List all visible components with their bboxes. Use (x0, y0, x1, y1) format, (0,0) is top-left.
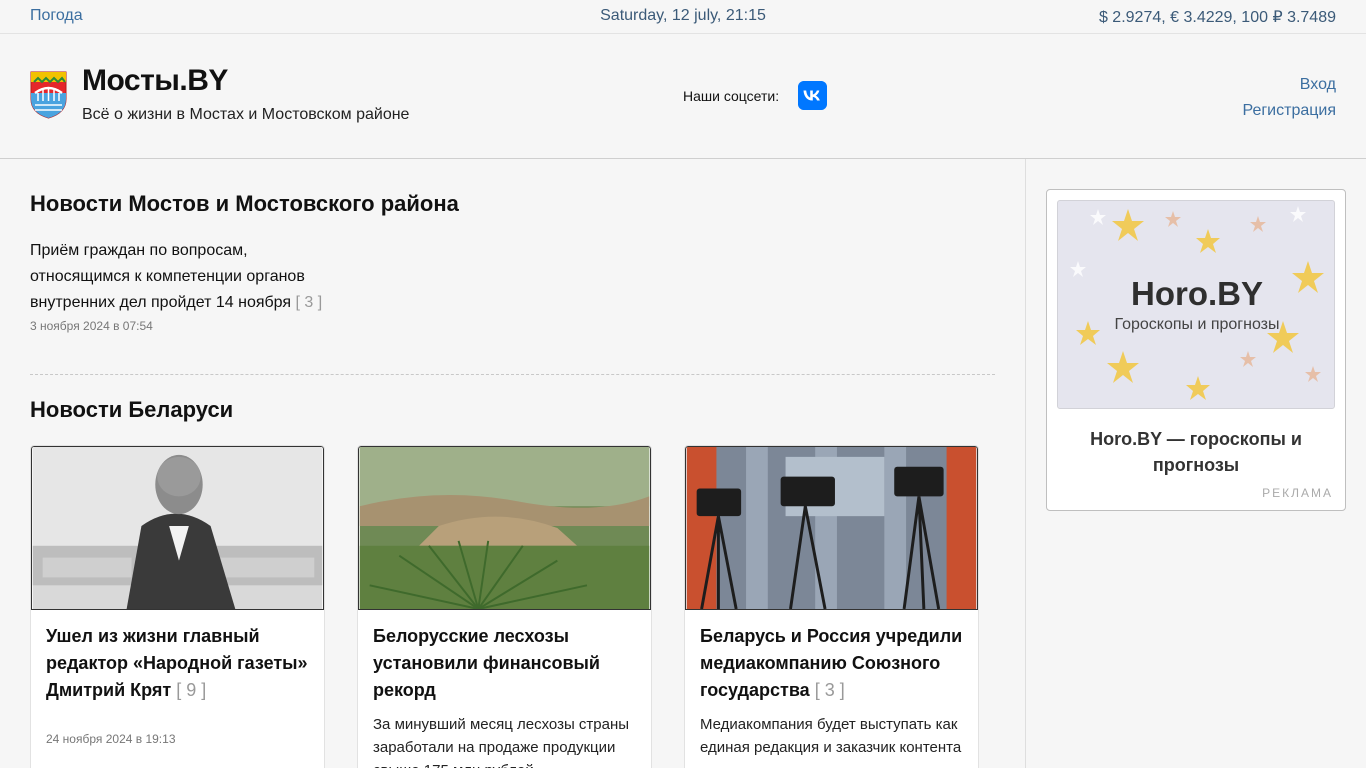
site-header: Мосты.BY Всё о жизни в Мостах и Мостовск… (0, 34, 1366, 159)
social-label: Наши соцсети: (683, 88, 780, 104)
local-news-heading[interactable]: Новости Мостов и Мостовского района (30, 191, 459, 217)
news-card-title[interactable]: Беларусь и Россия учредили медиакомпанию… (700, 623, 965, 704)
main-content: Новости Мостов и Мостовского района Приё… (0, 159, 1025, 768)
ad-title[interactable]: Horo.BY — гороскопы и прогнозы (1057, 426, 1335, 478)
comment-count: [ 9 ] (176, 680, 207, 700)
news-card-title[interactable]: Белорусские лесхозы установили финансовы… (373, 623, 638, 704)
news-card[interactable]: Белорусские лесхозы установили финансовы… (357, 445, 652, 768)
section-divider (30, 374, 995, 375)
news-card-title-text[interactable]: Белорусские лесхозы установили финансовы… (373, 626, 600, 700)
news-card-lead: За минувший месяц лесхозы страны заработ… (373, 716, 630, 768)
belarus-news-heading[interactable]: Новости Беларуси (30, 397, 233, 423)
news-card[interactable]: Ушел из жизни главный редактор «Народной… (30, 445, 325, 768)
sidebar: Horo.BY Гороскопы и прогнозы Horo.BY — г… (1025, 159, 1366, 768)
top-bar: Погода Saturday, 12 july, 21:15 $ 2.9274… (0, 0, 1366, 34)
news-photo[interactable] (31, 446, 324, 610)
news-card[interactable]: Беларусь и Россия учредили медиакомпанию… (684, 445, 979, 768)
local-news-item[interactable]: Приём граждан по вопросам, относящимся к… (30, 238, 350, 316)
news-photo[interactable] (685, 446, 978, 610)
ad-banner[interactable]: Horo.BY Гороскопы и прогнозы Horo.BY — г… (1046, 189, 1346, 511)
news-card-lead: Медиакомпания будет выступать как единая… (700, 716, 962, 756)
comment-count: [ 3 ] (295, 294, 323, 311)
ad-brand-subtitle: Гороскопы и прогнозы (1114, 316, 1280, 333)
auth-links: Вход Регистрация (1242, 72, 1336, 124)
vk-icon[interactable] (798, 81, 827, 110)
site-title[interactable]: Мосты.BY (82, 64, 228, 98)
news-card-date: 24 ноября 2024 в 19:13 (46, 732, 176, 746)
ad-label: РЕКЛАМА (1262, 486, 1333, 500)
site-subtitle: Всё о жизни в Мостах и Мостовском районе (82, 106, 410, 123)
register-link[interactable]: Регистрация (1242, 98, 1336, 124)
currency-rates: $ 2.9274, € 3.4229, 100 ₽ 3.7489 (1098, 9, 1336, 26)
login-link[interactable]: Вход (1242, 72, 1336, 98)
local-news-title[interactable]: Приём граждан по вопросам, относящимся к… (30, 242, 305, 311)
ad-image[interactable]: Horo.BY Гороскопы и прогнозы (1057, 200, 1335, 409)
news-photo[interactable] (358, 446, 651, 610)
weather-link[interactable]: Погода (30, 7, 83, 25)
news-card-title[interactable]: Ушел из жизни главный редактор «Народной… (46, 623, 311, 704)
comment-count: [ 3 ] (814, 680, 845, 700)
ad-brand: Horo.BY (1131, 275, 1263, 312)
local-news-date: 3 ноября 2024 в 07:54 (30, 319, 153, 333)
coat-of-arms-logo[interactable] (30, 71, 67, 119)
